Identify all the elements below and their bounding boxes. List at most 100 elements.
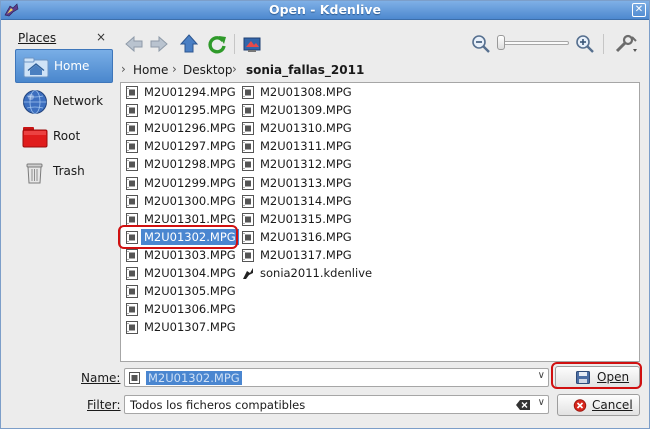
file-name: M2U01306.MPG <box>144 302 236 317</box>
file-item[interactable]: sonia2011.kdenlive <box>239 265 372 282</box>
file-item[interactable]: M2U01309.MPG <box>239 102 352 119</box>
file-name: M2U01313.MPG <box>260 175 352 190</box>
zoom-slider-track[interactable] <box>497 41 569 45</box>
file-item[interactable]: M2U01297.MPG <box>123 138 236 155</box>
cancel-button-label: Cancel <box>592 398 633 412</box>
file-item[interactable]: M2U01305.MPG <box>123 283 236 300</box>
file-item[interactable]: M2U01307.MPG <box>123 319 236 336</box>
video-file-icon <box>126 285 138 299</box>
file-name: M2U01314.MPG <box>260 193 352 208</box>
selected-file-highlight <box>118 225 238 249</box>
places-panel: Places × Home Network Root Trash <box>13 30 113 201</box>
file-name: M2U01305.MPG <box>144 284 236 299</box>
filter-select[interactable]: Todos los ficheros compatibles ∨ <box>124 395 549 414</box>
file-item[interactable]: M2U01314.MPG <box>239 193 352 210</box>
breadcrumb-item-desktop[interactable]: Desktop <box>183 63 233 77</box>
video-file-icon <box>129 372 140 384</box>
file-item[interactable]: M2U01315.MPG <box>239 211 352 228</box>
video-file-icon <box>126 321 138 335</box>
file-item[interactable]: M2U01308.MPG <box>239 84 352 101</box>
kdenlive-file-icon <box>243 268 253 279</box>
reload-button[interactable] <box>206 33 228 55</box>
back-button[interactable] <box>123 33 145 55</box>
breadcrumb-item-current[interactable]: sonia_fallas_2011 <box>246 63 364 77</box>
cancel-icon <box>573 399 587 412</box>
file-item[interactable]: M2U01306.MPG <box>123 301 236 318</box>
file-name: M2U01301.MPG <box>144 211 236 226</box>
file-list[interactable]: M2U01294.MPG M2U01295.MPG M2U01296.MPG M2U0… <box>120 82 640 362</box>
cancel-button[interactable]: Cancel <box>557 394 640 416</box>
chevron-down-icon[interactable]: ∨ <box>538 370 545 381</box>
file-item[interactable]: M2U01303.MPG <box>123 247 236 264</box>
close-places-button[interactable]: × <box>96 30 106 44</box>
video-file-icon <box>242 122 254 136</box>
file-name: M2U01298.MPG <box>144 157 236 172</box>
video-file-icon <box>126 303 138 317</box>
file-name: M2U01316.MPG <box>260 229 352 244</box>
breadcrumb-arrow-icon: › <box>172 62 177 76</box>
file-item[interactable]: M2U01317.MPG <box>239 247 352 264</box>
filename-selected-text: M2U01302.MPG <box>146 371 242 385</box>
video-file-icon <box>126 176 138 190</box>
file-name: M2U01311.MPG <box>260 139 352 154</box>
file-item[interactable]: M2U01300.MPG <box>123 193 236 210</box>
place-item-network[interactable]: Network <box>15 85 113 119</box>
video-file-icon <box>242 248 254 262</box>
filter-label-text: Filter: <box>87 398 121 412</box>
filename-input[interactable]: M2U01302.MPG ∨ <box>124 368 549 387</box>
place-label-root: Root <box>53 129 81 143</box>
preview-button[interactable] <box>241 33 263 55</box>
open-button-highlight <box>551 362 642 389</box>
zoom-in-icon <box>576 35 594 53</box>
forward-button[interactable] <box>148 33 170 55</box>
up-button[interactable] <box>178 33 200 55</box>
file-item[interactable]: M2U01316.MPG <box>239 229 352 246</box>
place-item-home[interactable]: Home <box>15 49 113 83</box>
options-button[interactable] <box>613 33 639 55</box>
clear-field-icon[interactable] <box>516 400 530 410</box>
video-file-icon <box>242 140 254 154</box>
close-window-button[interactable]: ✕ <box>632 3 646 17</box>
video-file-icon <box>242 176 254 190</box>
breadcrumb-arrow-icon: › <box>121 62 126 76</box>
file-item[interactable]: M2U01313.MPG <box>239 175 352 192</box>
zoom-slider-handle[interactable] <box>497 35 505 50</box>
red-folder-icon <box>22 127 48 148</box>
file-item[interactable]: M2U01312.MPG <box>239 156 352 173</box>
video-file-icon <box>242 158 254 172</box>
file-name: M2U01300.MPG <box>144 193 236 208</box>
places-header: Places × <box>13 30 113 47</box>
breadcrumb-item-home[interactable]: Home <box>133 63 168 77</box>
breadcrumb-arrow-icon: › <box>232 62 237 76</box>
file-item[interactable]: M2U01310.MPG <box>239 120 352 137</box>
title-bar: Open - Kdenlive ✕ <box>1 1 649 20</box>
video-file-icon <box>242 230 254 244</box>
file-name: M2U01309.MPG <box>260 103 352 118</box>
zoom-out-icon <box>472 35 490 53</box>
video-file-icon <box>126 158 138 172</box>
file-item[interactable]: M2U01294.MPG <box>123 84 236 101</box>
zoom-out-button[interactable] <box>470 33 492 55</box>
zoom-in-button[interactable] <box>574 33 596 55</box>
video-file-icon <box>242 212 254 226</box>
file-item[interactable]: M2U01304.MPG <box>123 265 236 282</box>
place-item-root[interactable]: Root <box>15 120 113 154</box>
file-item[interactable]: M2U01299.MPG <box>123 175 236 192</box>
toolbar-separator <box>603 34 604 54</box>
file-name: M2U01315.MPG <box>260 211 352 226</box>
file-item[interactable]: M2U01295.MPG <box>123 102 236 119</box>
file-item[interactable]: M2U01311.MPG <box>239 138 352 155</box>
toolbar-separator <box>234 34 235 54</box>
chevron-down-icon[interactable]: ∨ <box>538 397 545 408</box>
place-item-trash[interactable]: Trash <box>15 155 113 189</box>
filter-value: Todos los ficheros compatibles <box>130 398 306 412</box>
place-label-trash: Trash <box>53 164 85 178</box>
video-file-icon <box>126 194 138 208</box>
file-name: M2U01297.MPG <box>144 139 236 154</box>
file-item[interactable]: M2U01296.MPG <box>123 120 236 137</box>
file-item[interactable]: M2U01298.MPG <box>123 156 236 173</box>
file-name: M2U01294.MPG <box>144 85 236 99</box>
home-folder-icon <box>23 57 49 78</box>
file-name: M2U01307.MPG <box>144 320 236 335</box>
file-name: sonia2011.kdenlive <box>260 266 373 280</box>
